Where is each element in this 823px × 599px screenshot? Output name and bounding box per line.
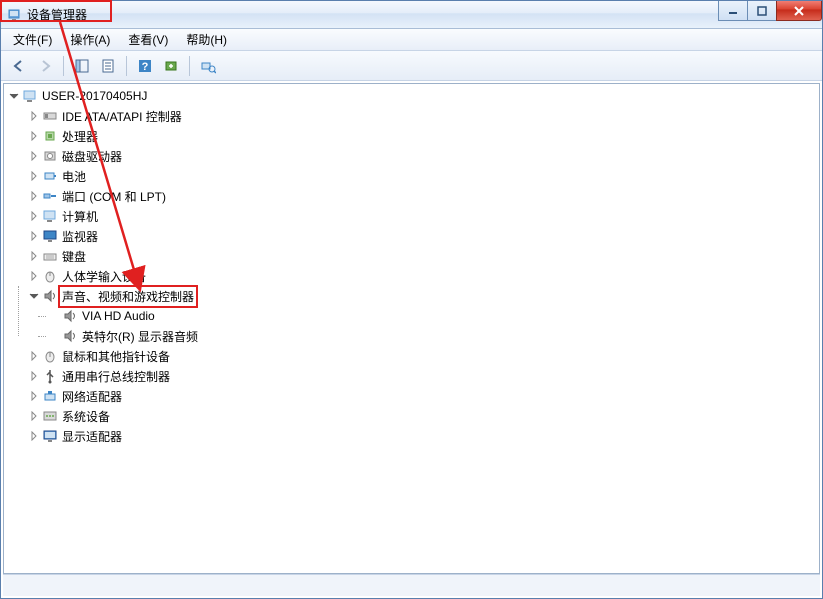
window-title: 设备管理器 (27, 6, 87, 23)
tree-item[interactable]: IDE ATA/ATAPI 控制器 (28, 106, 819, 126)
tree-item[interactable]: 网络适配器 (28, 386, 819, 406)
menu-bar: 文件(F) 操作(A) 查看(V) 帮助(H) (1, 29, 822, 51)
tree-item[interactable]: 声音、视频和游戏控制器 (28, 286, 819, 306)
tree-item-label: 计算机 (60, 207, 100, 226)
disk-icon (42, 148, 58, 164)
help-button[interactable]: ? (133, 54, 157, 78)
tree-item-label: 监视器 (60, 227, 100, 246)
tree-item-label: VIA HD Audio (80, 308, 157, 324)
expand-icon[interactable] (28, 110, 40, 122)
expand-icon[interactable] (28, 390, 40, 402)
tree-item[interactable]: 电池 (28, 166, 819, 186)
device-tree: USER-20170405HJ IDE ATA/ATAPI 控制器处理器磁盘驱动… (4, 86, 819, 446)
toolbar-separator (63, 56, 64, 76)
system-icon (42, 408, 58, 424)
collapse-icon[interactable] (8, 90, 20, 102)
tree-item-label: 处理器 (60, 127, 100, 146)
toolbar-separator (126, 56, 127, 76)
content-area: USER-20170405HJ IDE ATA/ATAPI 控制器处理器磁盘驱动… (1, 81, 822, 598)
expand-icon[interactable] (28, 250, 40, 262)
maximize-button[interactable] (747, 1, 777, 21)
tree-item-label: 显示适配器 (60, 427, 124, 446)
tree-item[interactable]: 磁盘驱动器 (28, 146, 819, 166)
menu-help[interactable]: 帮助(H) (178, 29, 235, 50)
tree-item[interactable]: 鼠标和其他指针设备 (28, 346, 819, 366)
app-icon (7, 7, 23, 23)
sound-icon (62, 328, 78, 344)
expand-icon[interactable] (28, 210, 40, 222)
scan-hardware-button[interactable] (159, 54, 183, 78)
back-button[interactable] (7, 54, 31, 78)
tree-root[interactable]: USER-20170405HJ (8, 86, 819, 106)
forward-button[interactable] (33, 54, 57, 78)
expand-icon[interactable] (28, 130, 40, 142)
collapse-icon[interactable] (28, 290, 40, 302)
tree-item[interactable]: 计算机 (28, 206, 819, 226)
expand-icon[interactable] (28, 190, 40, 202)
show-hidden-devices-button[interactable] (196, 54, 220, 78)
computer-icon (22, 88, 38, 104)
minimize-button[interactable] (718, 1, 748, 21)
hid-icon (42, 268, 58, 284)
tree-item-label: 英特尔(R) 显示器音频 (80, 327, 200, 346)
tree-item[interactable]: VIA HD Audio (48, 306, 819, 326)
keyboard-icon (42, 248, 58, 264)
expand-icon[interactable] (28, 270, 40, 282)
svg-text:?: ? (142, 61, 149, 73)
tree-item-label: 人体学输入设备 (60, 267, 148, 286)
tree-item[interactable]: 显示适配器 (28, 426, 819, 446)
computer-icon (42, 208, 58, 224)
tree-item-label: 网络适配器 (60, 387, 124, 406)
menu-action[interactable]: 操作(A) (62, 29, 118, 50)
tree-item[interactable]: 端口 (COM 和 LPT) (28, 186, 819, 206)
battery-icon (42, 168, 58, 184)
tree-item-label: 鼠标和其他指针设备 (60, 347, 172, 366)
tree-item[interactable]: 通用串行总线控制器 (28, 366, 819, 386)
menu-view[interactable]: 查看(V) (120, 29, 176, 50)
tree-root-label: USER-20170405HJ (40, 88, 149, 104)
monitor-icon (42, 228, 58, 244)
status-bar (3, 574, 820, 596)
tree-item[interactable]: 英特尔(R) 显示器音频 (48, 326, 819, 346)
close-button[interactable] (776, 1, 822, 21)
title-bar: 设备管理器 (1, 1, 822, 29)
show-hide-console-button[interactable] (70, 54, 94, 78)
tree-item[interactable]: 处理器 (28, 126, 819, 146)
device-tree-panel: USER-20170405HJ IDE ATA/ATAPI 控制器处理器磁盘驱动… (3, 83, 820, 574)
tree-item-label: 端口 (COM 和 LPT) (60, 187, 168, 206)
tree-item-label: 电池 (60, 167, 88, 186)
expand-icon[interactable] (28, 410, 40, 422)
window-controls (719, 1, 822, 21)
tree-item-label: 通用串行总线控制器 (60, 367, 172, 386)
expand-icon[interactable] (28, 170, 40, 182)
properties-button[interactable] (96, 54, 120, 78)
tree-item[interactable]: 系统设备 (28, 406, 819, 426)
toolbar-separator (189, 56, 190, 76)
expand-icon[interactable] (28, 150, 40, 162)
menu-file[interactable]: 文件(F) (5, 29, 60, 50)
cpu-icon (42, 128, 58, 144)
display-icon (42, 428, 58, 444)
tree-item-label: 系统设备 (60, 407, 112, 426)
tree-item[interactable]: 键盘 (28, 246, 819, 266)
network-icon (42, 388, 58, 404)
tree-item-label: 声音、视频和游戏控制器 (60, 287, 196, 306)
sound-icon (42, 288, 58, 304)
device-manager-window: 设备管理器 文件(F) 操作(A) 查看(V) 帮助(H) (0, 0, 823, 599)
expand-icon[interactable] (28, 370, 40, 382)
expand-icon[interactable] (28, 230, 40, 242)
tree-item-label: 键盘 (60, 247, 88, 266)
ide-icon (42, 108, 58, 124)
expand-icon[interactable] (28, 430, 40, 442)
tree-item-label: 磁盘驱动器 (60, 147, 124, 166)
tree-item[interactable]: 监视器 (28, 226, 819, 246)
expand-icon[interactable] (28, 350, 40, 362)
sound-icon (62, 308, 78, 324)
tree-item[interactable]: 人体学输入设备 (28, 266, 819, 286)
usb-icon (42, 368, 58, 384)
port-icon (42, 188, 58, 204)
tree-item-label: IDE ATA/ATAPI 控制器 (60, 107, 184, 126)
mouse-icon (42, 348, 58, 364)
toolbar: ? (1, 51, 822, 81)
